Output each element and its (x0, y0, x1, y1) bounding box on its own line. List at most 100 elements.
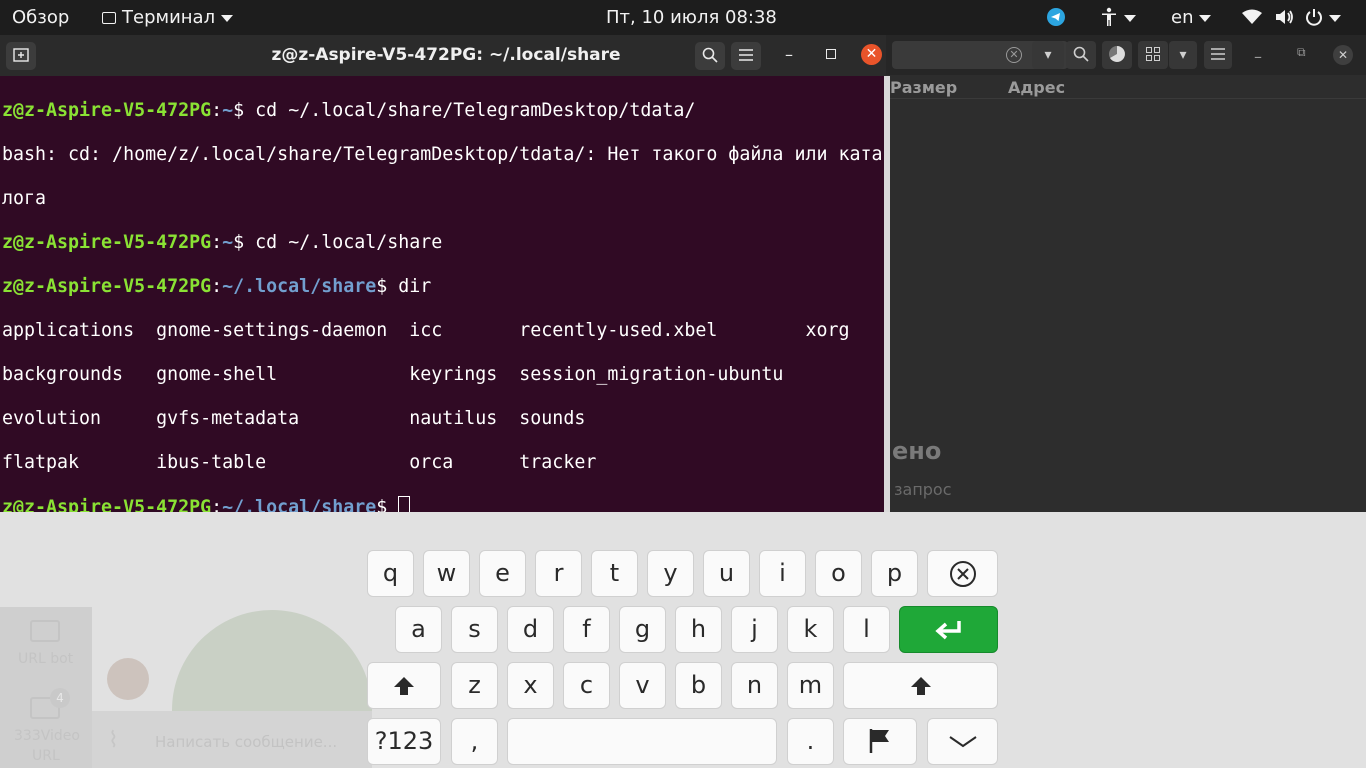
progress-button[interactable] (1102, 41, 1132, 69)
key-u[interactable]: u (703, 550, 750, 597)
key-b[interactable]: b (675, 662, 722, 709)
minimize-icon[interactable]: – (1254, 47, 1262, 66)
app-menu[interactable]: Терминал (102, 0, 234, 35)
chevron-down-icon (221, 14, 234, 22)
terminal-line: bash: cd: /home/z/.local/share/TelegramD… (2, 144, 883, 165)
view-options-dropdown[interactable]: ▾ (1169, 41, 1197, 69)
shift-icon (910, 677, 931, 695)
clear-search-icon[interactable]: ✕ (1006, 47, 1022, 63)
attach-icon[interactable]: ⌇ (108, 728, 119, 753)
app-menu-label: Терминал (122, 7, 216, 28)
chevron-down-icon (1329, 14, 1342, 22)
backspace-key[interactable] (927, 550, 998, 597)
key-h[interactable]: h (675, 606, 722, 653)
space-key[interactable] (507, 718, 777, 765)
input-language-menu[interactable]: en (1171, 0, 1212, 35)
search-icon-button[interactable] (1066, 41, 1096, 69)
period-key[interactable]: . (787, 718, 834, 765)
key-p[interactable]: p (871, 550, 918, 597)
prompt-path: ~ (222, 100, 234, 121)
key-a[interactable]: a (395, 606, 442, 653)
unread-badge: 4 (50, 688, 70, 708)
enter-key[interactable] (899, 606, 998, 653)
terminal-line: z@z-Aspire-V5-472PG:~/.local/share$ dir (2, 276, 432, 297)
terminal-headerbar: z@z-Aspire-V5-472PG: ~/.local/share – ✕ (0, 35, 886, 76)
avatar[interactable] (107, 658, 149, 700)
command-text: dir (387, 276, 432, 297)
symbols-key[interactable]: ?123 (367, 718, 441, 765)
hamburger-menu-button[interactable] (1204, 41, 1232, 69)
command-text: cd ~/.local/share (244, 232, 443, 253)
prompt-path: ~/.local/share (222, 276, 377, 297)
maximize-icon[interactable]: ⧉ (1297, 45, 1306, 60)
activities-button[interactable]: Обзор (12, 0, 69, 35)
enter-icon (934, 621, 961, 640)
key-v[interactable]: v (619, 662, 666, 709)
key-g[interactable]: g (619, 606, 666, 653)
search-icon (1073, 46, 1089, 62)
terminal-search-button[interactable] (695, 42, 725, 70)
terminal-menu-button[interactable] (731, 42, 761, 70)
terminal-line: backgrounds gnome-shell keyrings session… (2, 364, 784, 385)
empty-state-subtitle: запрос (894, 480, 952, 499)
minimize-icon[interactable]: – (785, 45, 793, 64)
prompt-path: ~ (222, 232, 234, 253)
key-n[interactable]: n (731, 662, 778, 709)
key-f[interactable]: f (563, 606, 610, 653)
top-bar: Обзор Терминал Пт, 10 июля 08:38 en (0, 0, 1366, 35)
maximize-icon[interactable] (826, 49, 836, 59)
key-k[interactable]: k (787, 606, 834, 653)
terminal-window[interactable]: z@z-Aspire-V5-472PG: ~/.local/share – ✕ … (0, 35, 890, 546)
shift-key-right[interactable] (843, 662, 998, 709)
search-icon (702, 47, 718, 63)
key-r[interactable]: r (535, 550, 582, 597)
key-j[interactable]: j (731, 606, 778, 653)
clock[interactable]: Пт, 10 июля 08:38 (606, 0, 777, 35)
key-e[interactable]: e (479, 550, 526, 597)
key-x[interactable]: x (507, 662, 554, 709)
wifi-icon (1242, 9, 1262, 24)
terminal-output[interactable]: z@z-Aspire-V5-472PG:~$ cd ~/.local/share… (2, 78, 883, 563)
key-i[interactable]: i (759, 550, 806, 597)
shift-icon (394, 677, 414, 695)
prompt-user: z@z-Aspire-V5-472PG (2, 276, 212, 297)
shift-key-left[interactable] (367, 662, 441, 709)
folder-label-video[interactable]: 333Video (14, 728, 80, 744)
folder-label-url-bot[interactable]: URL bot (18, 651, 73, 667)
file-manager-window: ✕ ▾ ▾ – ⧉ ✕ Размер Адрес ено запрос (886, 35, 1366, 512)
key-m[interactable]: m (787, 662, 834, 709)
key-s[interactable]: s (451, 606, 498, 653)
close-icon[interactable]: ✕ (1333, 45, 1353, 65)
folder-icon[interactable] (30, 620, 60, 642)
key-w[interactable]: w (423, 550, 470, 597)
column-address[interactable]: Адрес (1008, 78, 1065, 97)
key-l[interactable]: l (843, 606, 890, 653)
chevron-down-icon (1199, 14, 1212, 22)
key-q[interactable]: q (367, 550, 414, 597)
prompt-user: z@z-Aspire-V5-472PG (2, 100, 212, 121)
hide-keyboard-key[interactable] (927, 718, 998, 765)
key-o[interactable]: o (815, 550, 862, 597)
volume-icon (1275, 10, 1293, 24)
column-size[interactable]: Размер (890, 78, 957, 97)
key-z[interactable]: z (451, 662, 498, 709)
folder-label-video-url[interactable]: URL (32, 748, 60, 764)
key-t[interactable]: t (591, 550, 638, 597)
chevron-down-icon (948, 736, 977, 748)
scrollbar[interactable] (884, 76, 890, 546)
flag-icon (869, 729, 889, 753)
system-menu[interactable] (1242, 0, 1342, 35)
language-key[interactable] (843, 718, 917, 765)
key-c[interactable]: c (563, 662, 610, 709)
backspace-icon (949, 561, 976, 587)
terminal-line: z@z-Aspire-V5-472PG:~$ cd ~/.local/share (2, 232, 443, 253)
telegram-tray-icon[interactable] (1046, 0, 1066, 35)
power-icon (1306, 9, 1323, 26)
comma-key[interactable]: , (451, 718, 498, 765)
key-d[interactable]: d (507, 606, 554, 653)
key-y[interactable]: y (647, 550, 694, 597)
search-dropdown-button[interactable]: ▾ (1032, 41, 1064, 69)
view-grid-button[interactable] (1138, 41, 1168, 69)
accessibility-menu[interactable] (1100, 0, 1136, 35)
close-icon[interactable]: ✕ (861, 44, 882, 65)
